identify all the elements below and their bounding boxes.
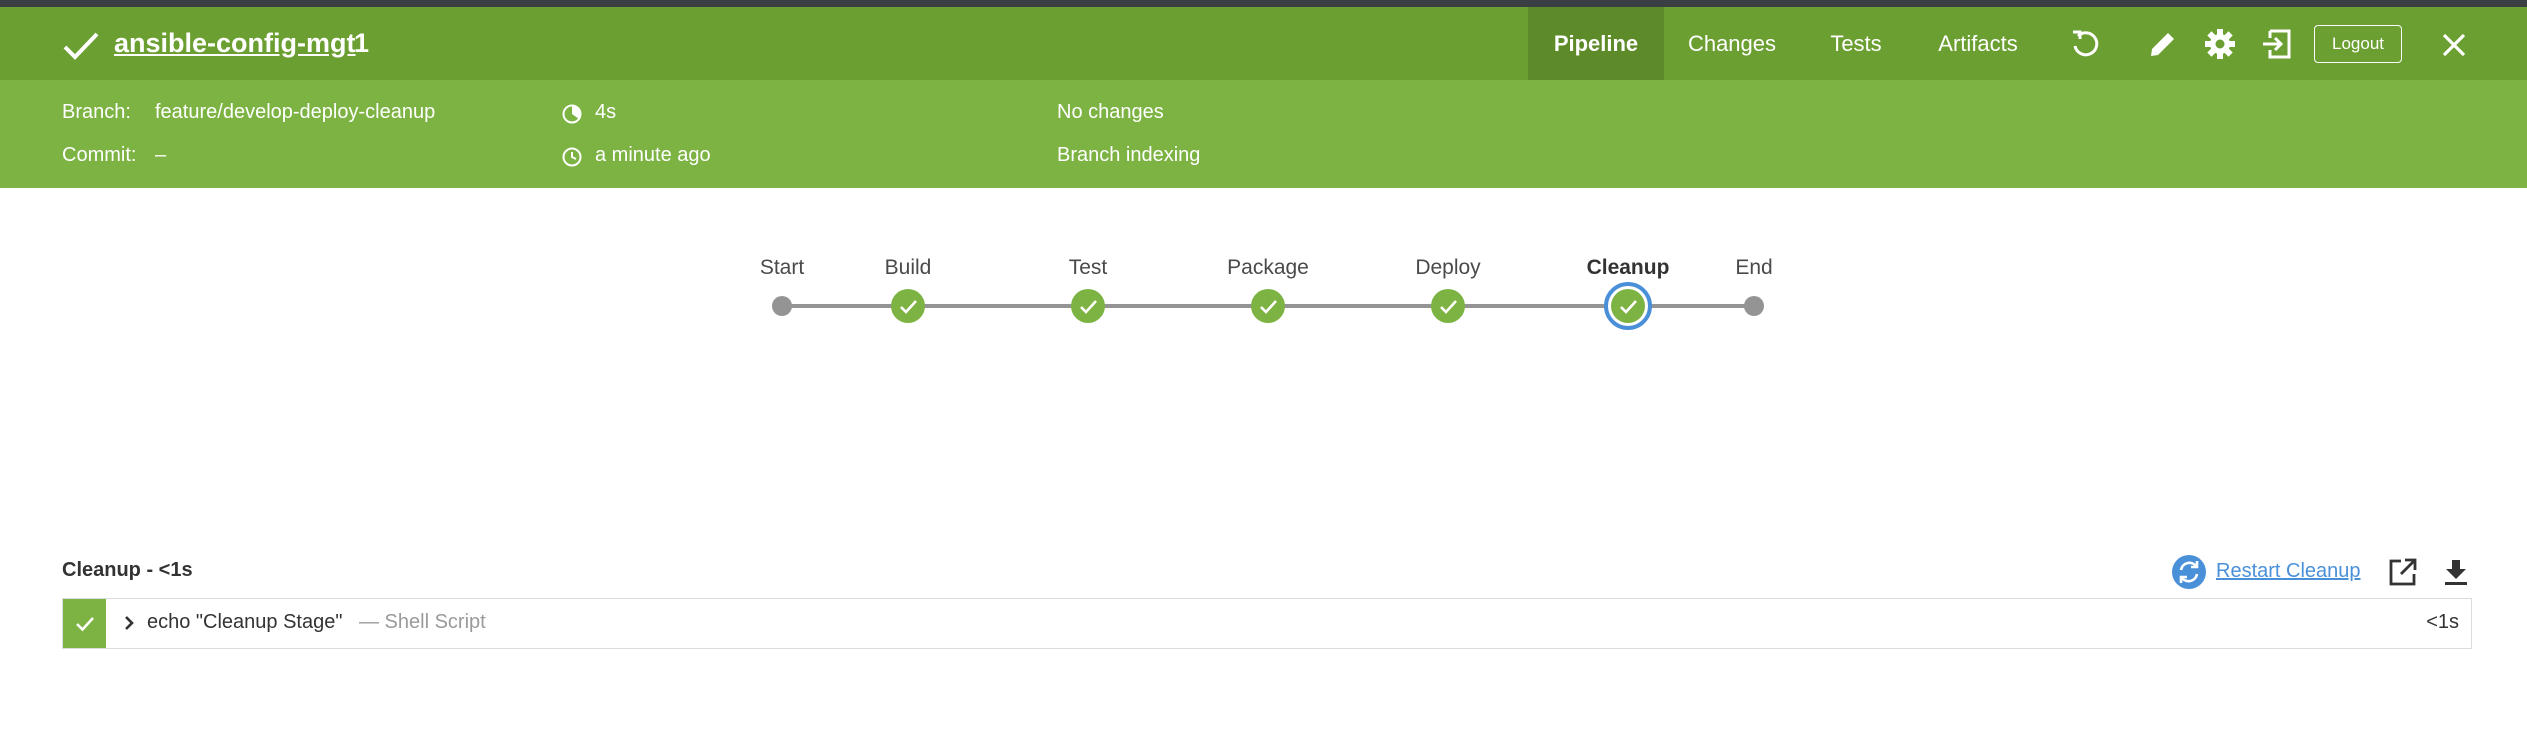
tab-artifacts[interactable]: Artifacts (1922, 7, 2034, 80)
clock-icon (562, 147, 582, 167)
stage-node-build[interactable] (891, 289, 925, 323)
window-top-edge (0, 0, 2527, 7)
stage-success-dot (891, 289, 925, 323)
step-row[interactable]: echo "Cleanup Stage" — Shell Script <1s (62, 598, 2472, 649)
stage-success-dot (1611, 289, 1645, 323)
stage-terminal-dot (1744, 296, 1764, 316)
pipeline-title-link[interactable]: ansible-config-mgt (114, 28, 356, 59)
stage-node-test[interactable] (1071, 289, 1105, 323)
edit-icon[interactable] (2146, 27, 2180, 61)
logout-button[interactable]: Logout (2314, 25, 2402, 63)
duration-icon (562, 104, 582, 124)
stage-success-dot (1431, 289, 1465, 323)
tab-changes[interactable]: Changes (1668, 7, 1796, 80)
exit-to-classic-icon[interactable] (2260, 27, 2294, 61)
settings-icon[interactable] (2203, 27, 2237, 61)
step-type: — Shell Script (359, 611, 486, 633)
download-icon[interactable] (2440, 556, 2472, 588)
run-number: 1 (354, 28, 370, 58)
stage-label-end: End (1735, 256, 1773, 279)
commit-value: – (155, 144, 167, 166)
stage-label-deploy[interactable]: Deploy (1415, 256, 1480, 280)
duration-value: 4s (595, 101, 617, 123)
stage-terminal-dot (772, 296, 792, 316)
tab-tests[interactable]: Tests (1816, 7, 1896, 80)
stage-label-build[interactable]: Build (885, 256, 932, 280)
success-check-icon (63, 32, 99, 60)
stage-steps-title: Cleanup - <1s (62, 559, 193, 581)
stage-success-dot (1071, 289, 1105, 323)
stage-node-package[interactable] (1251, 289, 1285, 323)
run-header: ansible-config-mgt 1 Pipeline Changes Te… (0, 7, 2527, 80)
chevron-right-icon[interactable] (119, 613, 139, 633)
commit-label: Commit: (62, 144, 137, 166)
stage-label-cleanup[interactable]: Cleanup (1587, 256, 1670, 280)
stage-label-test[interactable]: Test (1069, 256, 1108, 280)
branch-value: feature/develop-deploy-cleanup (155, 101, 436, 123)
run-cause: Branch indexing (1057, 144, 1201, 166)
step-command: echo "Cleanup Stage" (147, 611, 343, 633)
step-status-success (63, 599, 106, 648)
step-duration: <1s (2426, 611, 2459, 633)
pipeline-graph: Start Build Test Package Deploy Cleanup End (0, 188, 2527, 388)
restart-icon[interactable] (2171, 554, 2207, 590)
stage-node-deploy[interactable] (1431, 289, 1465, 323)
tab-pipeline[interactable]: Pipeline (1528, 7, 1664, 80)
step-check-icon (76, 617, 94, 632)
run-details-bar: Branch: feature/develop-deploy-cleanup C… (0, 80, 2527, 188)
stage-node-end (1744, 296, 1764, 316)
changes-summary: No changes (1057, 101, 1164, 123)
stage-node-cleanup[interactable] (1604, 282, 1652, 330)
replay-icon[interactable] (2068, 27, 2102, 61)
open-external-icon[interactable] (2387, 556, 2419, 588)
close-icon[interactable] (2437, 28, 2471, 62)
stage-label-start: Start (759, 256, 805, 279)
branch-label: Branch: (62, 101, 131, 123)
time-ago: a minute ago (595, 144, 711, 166)
stage-success-dot (1251, 289, 1285, 323)
stage-label-package[interactable]: Package (1227, 256, 1309, 280)
restart-stage-link[interactable]: Restart Cleanup (2216, 560, 2361, 583)
stage-node-start (772, 296, 792, 316)
pipeline-graph-svg (772, 282, 1764, 330)
